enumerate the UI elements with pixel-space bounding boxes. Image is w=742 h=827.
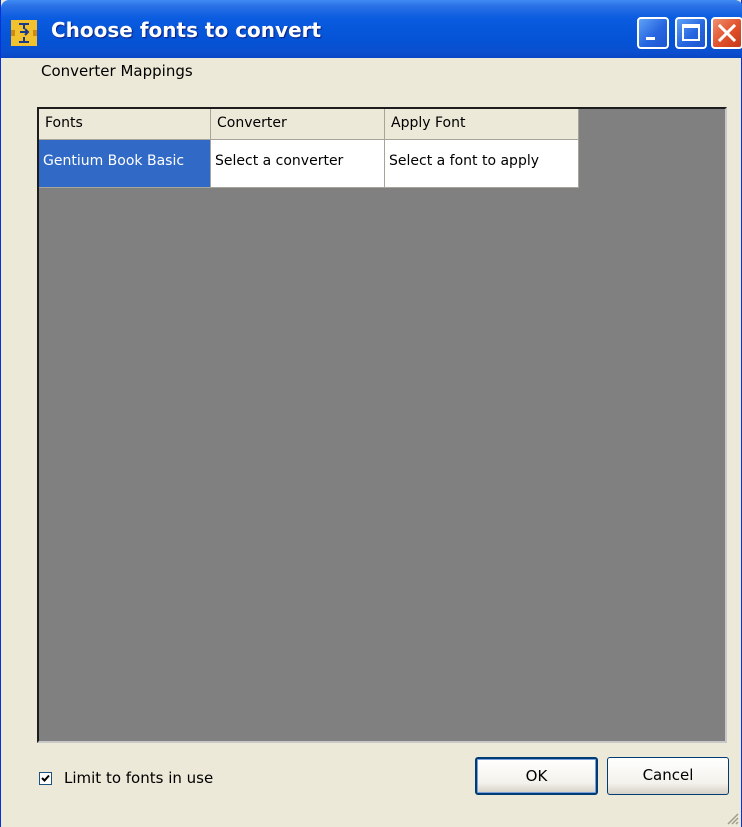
limit-fonts-label[interactable]: Limit to fonts in use bbox=[64, 769, 213, 787]
close-icon bbox=[717, 23, 737, 43]
limit-fonts-checkbox[interactable] bbox=[39, 771, 52, 785]
grid-header-row: Fonts Converter Apply Font bbox=[39, 109, 579, 140]
minimize-button[interactable] bbox=[637, 17, 669, 49]
window-title: Choose fonts to convert bbox=[51, 18, 322, 42]
column-header-apply-font[interactable]: Apply Font bbox=[385, 109, 579, 140]
ok-button[interactable]: OK bbox=[475, 757, 598, 795]
converter-cell[interactable]: Select a converter bbox=[211, 140, 385, 188]
limit-fonts-option[interactable]: Limit to fonts in use bbox=[39, 769, 213, 787]
column-header-fonts[interactable]: Fonts bbox=[39, 109, 211, 140]
table-row[interactable]: Gentium Book Basic Select a converter Se… bbox=[39, 140, 579, 188]
minimize-icon bbox=[646, 37, 655, 40]
close-button[interactable] bbox=[711, 17, 742, 49]
checkmark-icon bbox=[41, 774, 50, 782]
font-name-cell[interactable]: Gentium Book Basic bbox=[39, 140, 211, 188]
converter-mappings-label: Converter Mappings bbox=[41, 62, 193, 80]
apply-font-cell[interactable]: Select a font to apply bbox=[385, 140, 579, 188]
dialog-window: Choose fonts to convert Converter Mappin… bbox=[0, 0, 742, 827]
title-bar[interactable]: Choose fonts to convert bbox=[1, 0, 742, 58]
font-converter-icon[interactable] bbox=[11, 20, 37, 46]
column-header-converter[interactable]: Converter bbox=[211, 109, 385, 140]
maximize-icon bbox=[682, 24, 700, 41]
resize-grip-icon[interactable] bbox=[725, 811, 739, 825]
font-mapping-grid[interactable]: Fonts Converter Apply Font Gentium Book … bbox=[37, 107, 727, 743]
maximize-button[interactable] bbox=[675, 17, 707, 49]
cancel-button[interactable]: Cancel bbox=[607, 757, 729, 795]
